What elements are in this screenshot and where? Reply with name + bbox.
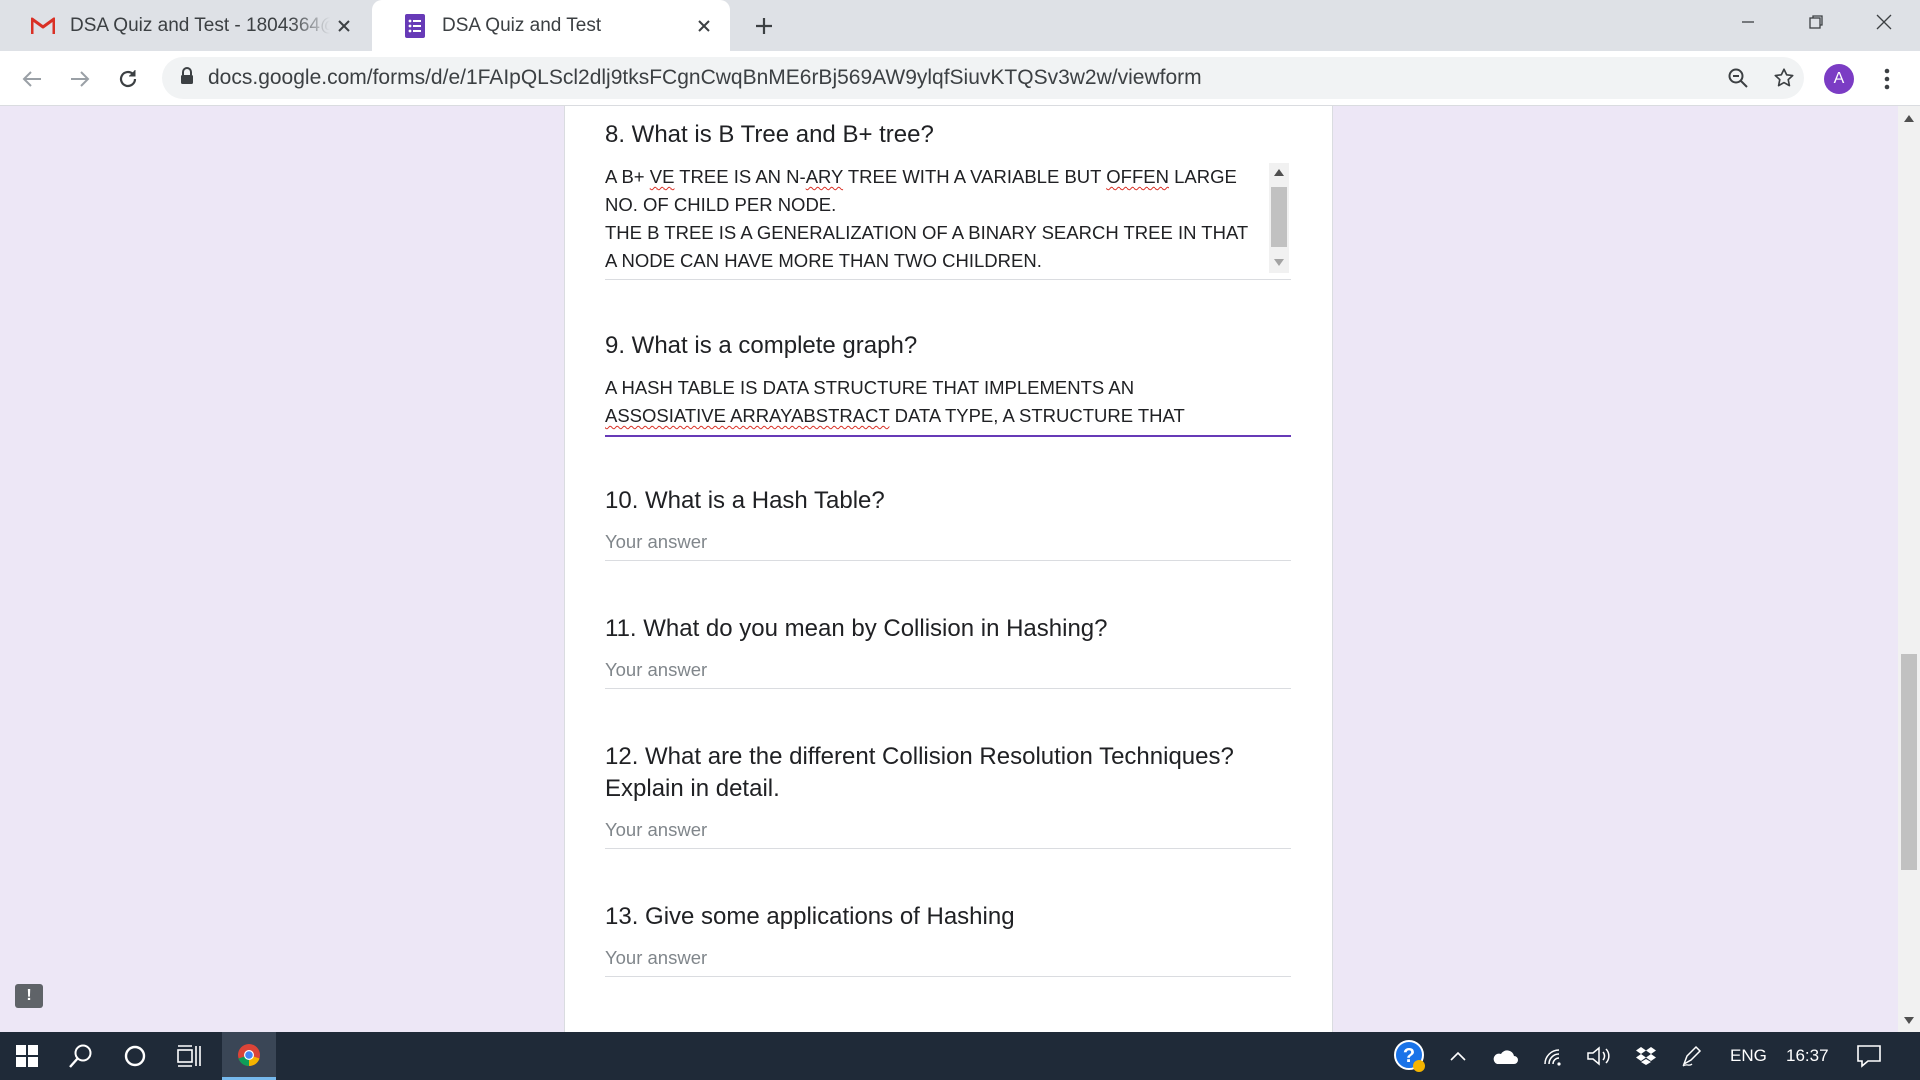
wifi-icon[interactable] <box>1530 1032 1576 1080</box>
answer-underline <box>605 279 1291 280</box>
task-view-icon[interactable] <box>162 1032 216 1080</box>
question-title: 12. What are the different Collision Res… <box>605 743 1234 802</box>
url-text: docs.google.com/forms/d/e/1FAIpQLScl2dlj… <box>208 66 1202 89</box>
google-forms-icon <box>402 13 428 39</box>
answer-textarea-focused[interactable]: A HASH TABLE IS DATA STRUCTURE THAT IMPL… <box>605 374 1255 430</box>
answer-paragraph: THE B TREE IS A GENERALIZATION OF A BINA… <box>605 222 1248 271</box>
textarea-scroll-thumb[interactable] <box>1271 187 1287 247</box>
answer-input[interactable]: Your answer <box>605 659 707 681</box>
report-feedback-icon[interactable]: ! <box>15 984 43 1008</box>
dropbox-icon[interactable] <box>1624 1032 1668 1080</box>
question-title: 10. What is a Hash Table? <box>605 487 885 514</box>
scroll-down-arrow-icon <box>1274 259 1284 266</box>
question-title: 8. What is B Tree and B+ tree? <box>605 121 934 148</box>
tab-title: DSA Quiz and Test <box>442 14 602 36</box>
focused-underline <box>605 435 1291 437</box>
browser-toolbar: docs.google.com/forms/d/e/1FAIpQLScl2dlj… <box>0 51 1920 106</box>
forward-arrow-icon[interactable] <box>62 61 98 97</box>
windows-start-icon[interactable] <box>0 1032 54 1080</box>
page-viewport: 8. What is B Tree and B+ tree? A B+ VE T… <box>0 106 1898 1032</box>
scroll-up-arrow-icon <box>1274 169 1284 176</box>
answer-underline <box>605 976 1291 977</box>
answer-underline <box>605 848 1291 849</box>
tab-google-forms[interactable]: DSA Quiz and Test <box>372 0 730 51</box>
close-tab-icon[interactable] <box>690 12 718 40</box>
tab-title: DSA Quiz and Test - 1804364@kiit.ac.in <box>70 14 330 36</box>
answer-input[interactable]: Your answer <box>605 947 707 969</box>
answer-underline <box>605 688 1291 689</box>
question-title: 13. Give some applications of Hashing <box>605 903 1015 930</box>
tab-gmail[interactable]: DSA Quiz and Test - 1804364@kiit.ac.in <box>0 0 370 51</box>
browser-tab-strip: DSA Quiz and Test - 1804364@kiit.ac.in D… <box>0 0 1920 51</box>
onedrive-cloud-icon[interactable] <box>1482 1032 1526 1080</box>
page-scrollbar[interactable] <box>1898 106 1920 1032</box>
answer-input[interactable]: Your answer <box>605 819 707 841</box>
pen-ink-icon[interactable] <box>1670 1032 1714 1080</box>
zoom-icon[interactable] <box>1720 60 1756 96</box>
help-icon[interactable]: ? <box>1384 1032 1436 1080</box>
reload-icon[interactable] <box>110 61 146 97</box>
close-window-icon[interactable] <box>1850 0 1918 44</box>
cortana-icon[interactable] <box>108 1032 162 1080</box>
question-title: 11. What do you mean by Collision in Has… <box>605 615 1108 642</box>
lock-icon <box>180 66 194 90</box>
gmail-icon <box>30 13 56 39</box>
answer-input[interactable]: Your answer <box>605 531 707 553</box>
close-tab-icon[interactable] <box>330 12 358 40</box>
chrome-taskbar-icon[interactable] <box>222 1032 276 1080</box>
answer-paragraph: A B+ VE TREE IS AN N-ARY TREE WITH A VAR… <box>605 166 1237 215</box>
bookmark-star-icon[interactable] <box>1766 60 1802 96</box>
windows-taskbar: ? ENG 16:37 <box>0 1032 1920 1080</box>
more-menu-icon[interactable] <box>1872 61 1902 97</box>
chevron-up-icon[interactable] <box>1438 1032 1478 1080</box>
clock[interactable]: 16:37 <box>1786 1032 1829 1080</box>
language-indicator[interactable]: ENG <box>1730 1032 1767 1080</box>
answer-textarea[interactable]: A B+ VE TREE IS AN N-ARY TREE WITH A VAR… <box>605 163 1255 275</box>
answer-underline <box>605 560 1291 561</box>
volume-icon[interactable] <box>1576 1032 1622 1080</box>
svg-text:?: ? <box>1403 1045 1415 1067</box>
form-card: 8. What is B Tree and B+ tree? A B+ VE T… <box>564 106 1333 1032</box>
new-tab-button[interactable] <box>748 10 780 42</box>
search-icon[interactable] <box>54 1032 108 1080</box>
scroll-up-arrow-icon[interactable] <box>1898 108 1920 128</box>
notifications-icon[interactable] <box>1842 1032 1896 1080</box>
back-arrow-icon[interactable] <box>14 61 50 97</box>
address-bar[interactable]: docs.google.com/forms/d/e/1FAIpQLScl2dlj… <box>162 57 1804 99</box>
scroll-down-arrow-icon[interactable] <box>1898 1010 1920 1030</box>
textarea-scrollbar[interactable] <box>1269 163 1289 273</box>
minimize-icon[interactable] <box>1714 0 1782 44</box>
question-title: 9. What is a complete graph? <box>605 332 918 359</box>
profile-avatar[interactable]: A <box>1824 64 1854 94</box>
restore-icon[interactable] <box>1782 0 1850 44</box>
page-scroll-thumb[interactable] <box>1901 654 1917 870</box>
